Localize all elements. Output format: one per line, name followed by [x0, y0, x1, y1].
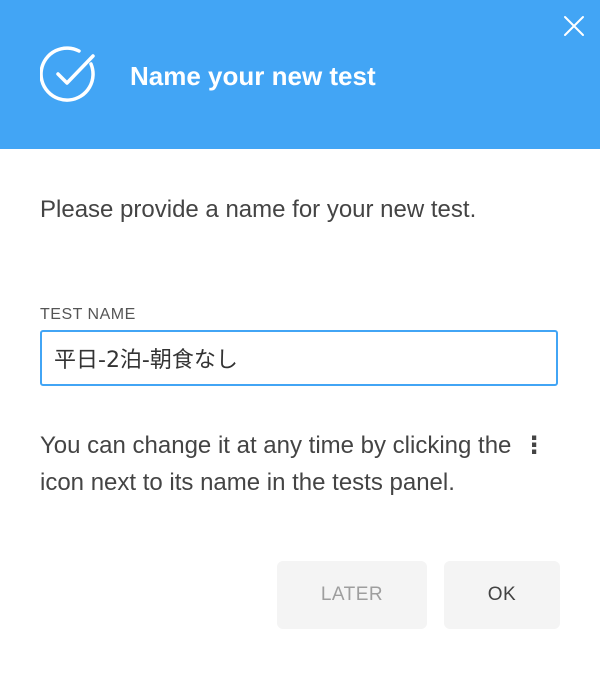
- check-circle-icon: [40, 46, 95, 102]
- more-options-icon: ⋮: [522, 432, 547, 459]
- dialog-title: Name your new test: [130, 61, 376, 91]
- test-name-input[interactable]: [40, 330, 558, 386]
- close-icon[interactable]: [560, 12, 588, 40]
- name-test-dialog: Name your new test Please provide a name…: [0, 0, 600, 678]
- help-text-after: icon next to its name in the tests panel…: [40, 469, 455, 496]
- help-text: You can change it at any time by clickin…: [40, 427, 560, 501]
- intro-text: Please provide a name for your new test.: [40, 196, 477, 223]
- help-text-before: You can change it at any time by clickin…: [40, 432, 512, 459]
- dialog-header: Name your new test: [0, 0, 600, 149]
- ok-button[interactable]: OK: [444, 561, 560, 629]
- later-button[interactable]: LATER: [277, 561, 427, 629]
- test-name-label: TEST NAME: [40, 306, 136, 323]
